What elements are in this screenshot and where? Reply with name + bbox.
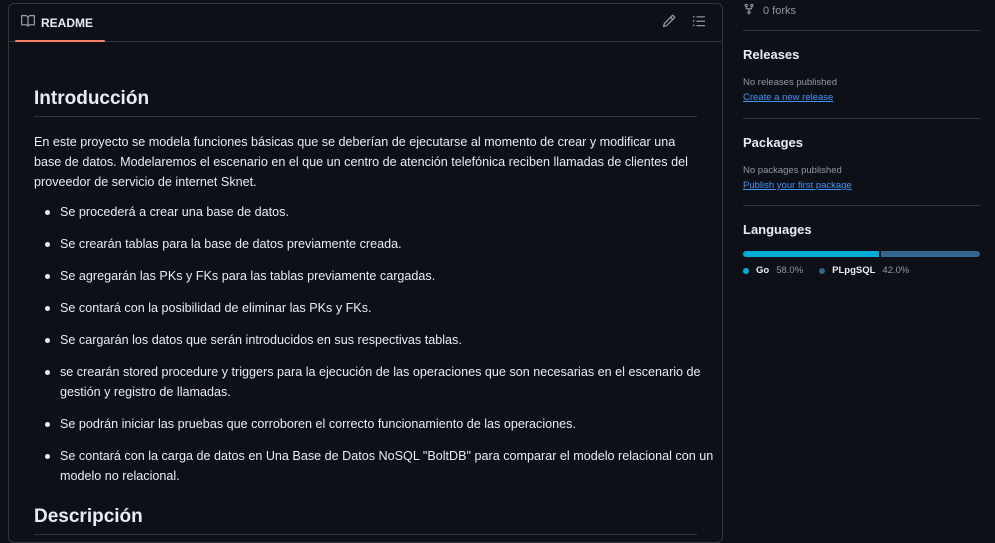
divider <box>743 30 980 31</box>
language-item-plpgsql[interactable]: PLpgSQL 42.0% <box>819 265 909 276</box>
releases-status: No releases published <box>743 77 838 88</box>
language-percent: 42.0% <box>882 265 910 276</box>
fork-icon <box>743 3 755 18</box>
language-name: Go <box>756 265 770 276</box>
feature-list: Se procederá a crear una base de datos. … <box>34 202 722 498</box>
list-item: Se cargarán los datos que serán introduc… <box>45 330 722 350</box>
publish-package-link[interactable]: Publish your first package <box>743 180 980 191</box>
language-percent: 58.0% <box>776 265 804 276</box>
lang-bar-segment-go <box>743 251 880 257</box>
list-item: Se procederá a crear una base de datos. <box>45 202 722 222</box>
packages-section: Packages No packages published Publish y… <box>743 135 980 191</box>
lang-bar-segment-plpgsql <box>881 251 980 257</box>
list-item: Se contará con la carga de datos en Una … <box>45 446 722 486</box>
create-release-link[interactable]: Create a new release <box>743 92 980 103</box>
packages-status: No packages published <box>743 165 842 176</box>
language-dot-icon <box>743 267 749 274</box>
heading-descripcion: Descripción <box>34 506 697 535</box>
pencil-icon[interactable] <box>662 14 678 30</box>
languages-section: Languages <box>743 222 980 237</box>
active-tab-underline <box>15 40 106 42</box>
readme-panel: README Introducción En este proyecto se … <box>8 3 723 543</box>
list-icon[interactable] <box>692 14 708 30</box>
list-item: Se agregarán las PKs y FKs para las tabl… <box>45 266 722 286</box>
divider <box>743 118 980 119</box>
forks-link[interactable]: 0 forks <box>743 3 796 18</box>
list-item: Se crearán tablas para la base de datos … <box>45 234 722 254</box>
languages-legend: Go 58.0% PLpgSQL 42.0% <box>743 265 909 276</box>
readme-header: README <box>9 4 722 42</box>
list-item: se crearán stored procedure y triggers p… <box>45 362 722 402</box>
languages-title: Languages <box>743 222 812 237</box>
list-item: Se contará con la posibilidad de elimina… <box>45 298 722 318</box>
list-item: Se podrán iniciar las pruebas que corrob… <box>45 414 722 434</box>
language-dot-icon <box>819 267 826 274</box>
readme-tab-label: README <box>41 15 94 30</box>
intro-paragraph: En este proyecto se modela funciones bás… <box>34 135 688 189</box>
book-icon <box>21 14 36 31</box>
languages-bar <box>743 251 980 257</box>
divider <box>743 205 980 206</box>
releases-title[interactable]: Releases <box>743 47 980 62</box>
readme-tab[interactable]: README <box>15 4 106 42</box>
language-item-go[interactable]: Go 58.0% <box>743 265 803 276</box>
language-name: PLpgSQL <box>832 265 876 276</box>
forks-count: 0 forks <box>763 4 797 17</box>
packages-title[interactable]: Packages <box>743 135 980 150</box>
heading-introduccion: Introducción <box>34 88 697 117</box>
releases-section: Releases No releases published Create a … <box>743 47 980 103</box>
